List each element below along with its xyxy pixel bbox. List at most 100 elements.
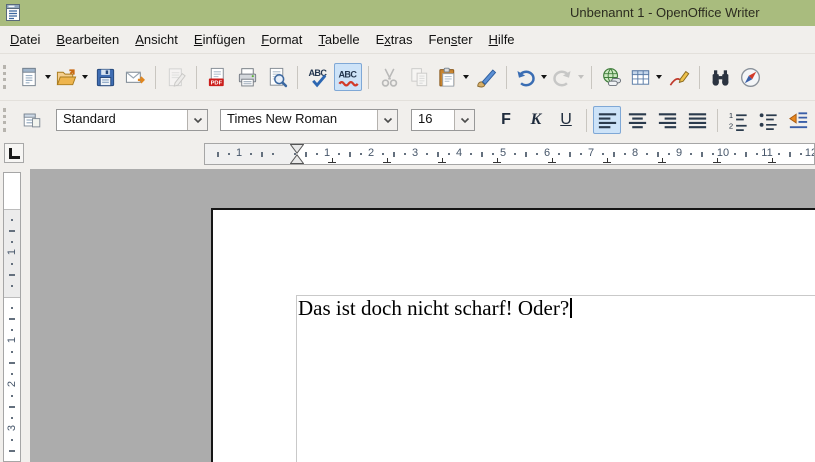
ruler-number: 9 — [675, 147, 683, 159]
spellcheck-button[interactable]: ABC — [304, 63, 332, 91]
ruler-tick — [9, 230, 15, 232]
new-document-button[interactable] — [17, 63, 52, 91]
ruler-number: 2 — [6, 380, 18, 388]
page-preview-icon — [269, 67, 287, 87]
paragraph-text[interactable]: Das ist doch nicht scharf! Oder? — [298, 296, 569, 320]
font-size-combo[interactable]: 16 — [411, 109, 475, 131]
copy-icon — [410, 67, 427, 86]
menu-item-einfügen[interactable]: Einfügen — [186, 28, 253, 51]
ruler-tick — [11, 417, 13, 419]
dropdown-arrow-icon — [541, 75, 547, 79]
auto-spellcheck-button[interactable]: ABC — [334, 63, 362, 91]
svg-text:1: 1 — [728, 111, 732, 120]
menu-item-bearbeiten[interactable]: Bearbeiten — [48, 28, 127, 51]
toolbar-separator — [368, 65, 369, 89]
font-size-value[interactable]: 16 — [412, 110, 454, 130]
toolbar-formatting: Standard Times New Roman 16 FKU 12 — [0, 100, 815, 139]
export-pdf-button[interactable]: PDF — [203, 63, 231, 91]
hyperlink-button[interactable] — [598, 63, 626, 91]
horizontal-ruler[interactable]: 1234567891011121 — [204, 143, 815, 165]
default-tab-stop-mark — [328, 158, 336, 163]
bold-button[interactable]: F — [492, 107, 520, 133]
indent-marker[interactable] — [289, 144, 305, 164]
paragraph-style-value[interactable]: Standard — [57, 110, 187, 130]
ruler-tick — [657, 152, 659, 157]
ruler-tick — [316, 153, 318, 155]
redo-button — [550, 63, 585, 91]
menu-item-extras[interactable]: Extras — [368, 28, 421, 51]
format-paintbrush-button[interactable] — [472, 63, 500, 91]
decrease-indent-button[interactable] — [784, 106, 812, 134]
menu-item-tabelle[interactable]: Tabelle — [310, 28, 367, 51]
paste-button[interactable] — [435, 63, 470, 91]
font-name-dropdown-button[interactable] — [377, 110, 397, 130]
svg-text:ABC: ABC — [338, 69, 357, 79]
ruler-tick — [360, 153, 362, 155]
email-button[interactable] — [121, 63, 149, 91]
default-tab-stop-mark — [438, 158, 446, 163]
styles-and-formatting-button[interactable] — [18, 106, 46, 134]
ruler-tick — [9, 274, 15, 276]
align-left-button[interactable] — [593, 106, 621, 134]
draw-functions-button[interactable] — [665, 63, 693, 91]
open-button[interactable] — [54, 63, 89, 91]
draw-functions-icon — [669, 70, 689, 86]
toolbar-grip[interactable] — [3, 65, 12, 89]
ruler-tick — [712, 153, 714, 155]
menu-item-fenster[interactable]: Fenster — [420, 28, 480, 51]
font-name-value[interactable]: Times New Roman — [221, 110, 377, 130]
print-button[interactable] — [233, 63, 261, 91]
bullet-list-button[interactable] — [754, 106, 782, 134]
ruler-tick — [789, 152, 791, 157]
find-replace-button[interactable] — [706, 63, 734, 91]
ruler-margin-number: 1 — [235, 147, 243, 159]
ruler-number: 4 — [455, 147, 463, 159]
ruler-number: 8 — [631, 147, 639, 159]
ruler-tick — [613, 152, 615, 157]
tab-stop-selector[interactable] — [4, 143, 24, 163]
menu-item-datei[interactable]: Datei — [2, 28, 48, 51]
ruler-tick — [349, 152, 351, 157]
navigator-button[interactable] — [736, 63, 764, 91]
numbered-list-icon: 12 — [728, 111, 747, 131]
underline-button[interactable]: U — [552, 107, 580, 133]
page[interactable]: Das ist doch nicht scharf! Oder? — [211, 208, 815, 462]
ruler-tick — [668, 153, 670, 155]
text-boundary-left — [296, 295, 297, 462]
toolbar-separator — [717, 108, 718, 132]
paragraph-style-combo[interactable]: Standard — [56, 109, 208, 131]
cut-button — [375, 63, 403, 91]
toolbar-grip[interactable] — [3, 108, 12, 132]
save-button[interactable] — [91, 63, 119, 91]
paragraph-style-dropdown-button[interactable] — [187, 110, 207, 130]
spellcheck-icon: ABC — [308, 68, 327, 87]
justify-button[interactable] — [683, 106, 711, 134]
insert-table-button[interactable] — [628, 63, 663, 91]
document-text[interactable]: Das ist doch nicht scharf! Oder? — [298, 296, 572, 321]
chevron-down-icon — [383, 117, 392, 123]
vertical-ruler[interactable]: 1 2 3 1 — [3, 172, 21, 462]
table-icon — [631, 69, 650, 85]
italic-button[interactable]: K — [522, 107, 550, 133]
menu-item-hilfe[interactable]: Hilfe — [481, 28, 523, 51]
default-tab-stop-mark — [548, 158, 556, 163]
align-center-button[interactable] — [623, 106, 651, 134]
undo-icon — [517, 70, 535, 86]
font-size-dropdown-button[interactable] — [454, 110, 474, 130]
page-preview-button[interactable] — [263, 63, 291, 91]
menu-item-ansicht[interactable]: Ansicht — [127, 28, 186, 51]
ruler-tick — [261, 152, 263, 157]
redo-icon — [553, 70, 571, 86]
svg-text:2: 2 — [728, 121, 732, 130]
menubar: Datei Bearbeiten Ansicht Einfügen Format Tabe… — [0, 26, 815, 53]
dropdown-arrow-icon — [578, 75, 584, 79]
undo-button[interactable] — [513, 63, 548, 91]
align-right-button[interactable] — [653, 106, 681, 134]
styles-window-icon — [23, 113, 41, 128]
text-cursor — [570, 298, 572, 318]
font-name-combo[interactable]: Times New Roman — [220, 109, 398, 131]
ruler-tick — [800, 153, 802, 155]
menu-item-format[interactable]: Format — [253, 28, 310, 51]
default-tab-stop-mark — [713, 158, 721, 163]
numbered-list-button[interactable]: 12 — [724, 106, 752, 134]
